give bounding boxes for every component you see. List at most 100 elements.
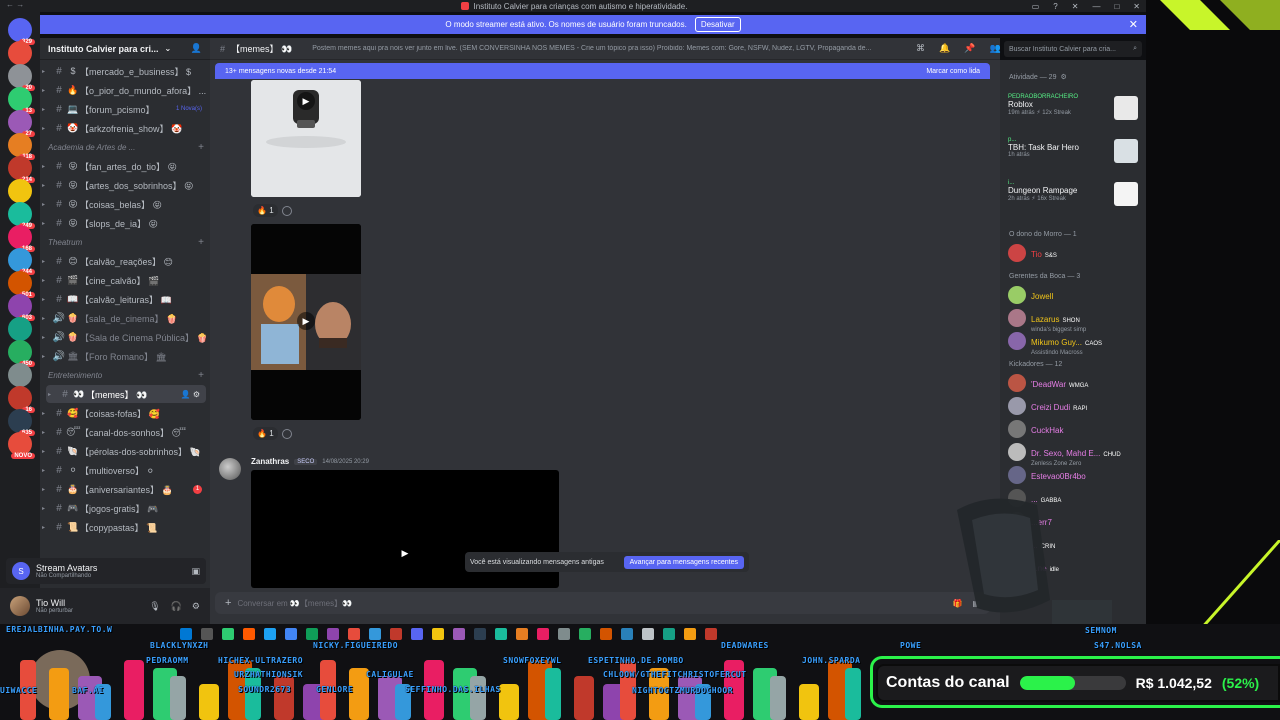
taskbar-app-icon[interactable] — [327, 628, 339, 640]
channel-item[interactable]: ▸ 🔊 🍿 【sala_de_cinema】 🍿 — [40, 309, 210, 327]
taskbar-app-icon[interactable] — [621, 628, 633, 640]
channel-item[interactable]: ▸ # 👀 【memes】 👀 👤 ⚙ — [46, 385, 206, 403]
server-icon[interactable]: 244 — [8, 248, 35, 275]
gear-icon[interactable]: ⚙ — [192, 601, 200, 612]
server-icon[interactable] — [8, 179, 32, 203]
channel-item[interactable]: ▸ # 😝 【slops_de_ia】 😝 — [40, 214, 210, 232]
play-icon[interactable]: ▶ — [297, 312, 315, 330]
taskbar-app-icon[interactable] — [558, 628, 570, 640]
close-banner-icon[interactable]: ✕ — [1129, 18, 1138, 31]
members-icon[interactable]: 👥 — [989, 43, 1000, 54]
message-author[interactable]: Zanathras — [251, 457, 289, 466]
taskbar-app-icon[interactable] — [663, 628, 675, 640]
server-icon[interactable]: 603 — [8, 294, 35, 321]
server-icon[interactable] — [8, 363, 32, 387]
member-item[interactable]: Jowell — [1008, 286, 1142, 304]
pin-icon[interactable]: 📌 — [964, 43, 975, 54]
channel-item[interactable]: ▸ # 🔥 【o_pior_do_mundo_afora】 ... — [40, 81, 210, 99]
gear-icon[interactable]: ⚙ — [1060, 73, 1066, 81]
channel-item[interactable]: ▸ # 🎂 【aniversariantes】 🎂 1 — [40, 480, 210, 498]
headphones-icon[interactable]: 🎧 — [171, 601, 182, 612]
taskbar-app-icon[interactable] — [201, 628, 213, 640]
channel-topic[interactable]: Postem memes aqui pra nois ver junto em … — [312, 45, 902, 52]
channel-item[interactable]: ▸ # ⚪ 【multioverso】 ⚪ — [40, 461, 210, 479]
server-icon[interactable]: NOVO — [8, 432, 35, 459]
channel-item[interactable]: ▸ # 🥰 【coisas-fofas】 🥰 — [40, 404, 210, 422]
search-input[interactable]: Buscar Instituto Calvier para cria... ⌕ — [1004, 41, 1142, 57]
channel-item[interactable]: ▸ 🔊 🍿 【Sala de Cinema Pública】 🍿 — [40, 328, 210, 346]
taskbar-app-icon[interactable] — [495, 628, 507, 640]
server-icon[interactable]: 27 — [8, 110, 35, 137]
maximize-button[interactable]: □ — [1114, 2, 1119, 11]
channel-item[interactable]: ▸ # 🤡 【arkzofrenia_show】 🤡 — [40, 119, 210, 137]
upload-plus-icon[interactable]: + — [225, 597, 231, 609]
tools-icon[interactable]: ✕ — [1072, 2, 1079, 11]
server-icon[interactable]: 249 — [8, 202, 35, 229]
member-item[interactable]: 'DeadWar WMGA — [1008, 374, 1142, 392]
taskbar-app-icon[interactable] — [537, 628, 549, 640]
channel-category[interactable]: Entretenimento + — [48, 368, 204, 382]
channel-item[interactable]: ▸ # 😝 【coisas_belas】 😝 — [40, 195, 210, 213]
member-item[interactable]: Dr. Sexo, Mahd E... CHUD Zenless Zone Zero — [1008, 443, 1142, 467]
help-icon[interactable]: ? — [1053, 2, 1057, 11]
taskbar-app-icon[interactable] — [684, 628, 696, 640]
discord-home-icon[interactable]: 329 — [8, 18, 35, 45]
taskbar-app-icon[interactable] — [642, 628, 654, 640]
avatar[interactable] — [219, 458, 241, 480]
taskbar-app-icon[interactable] — [264, 628, 276, 640]
member-item[interactable]: Tio S&S — [1008, 244, 1142, 262]
minimize-button[interactable]: — — [1092, 2, 1100, 11]
server-header[interactable]: Instituto Calvier para cri... ⌄ 👤 — [40, 38, 210, 60]
server-icon[interactable]: 450 — [8, 340, 35, 367]
avatar[interactable] — [10, 596, 30, 616]
server-icon[interactable] — [8, 41, 32, 65]
play-icon[interactable]: ▶ — [297, 92, 315, 110]
microphone-icon[interactable]: 🎙 — [149, 601, 160, 612]
channel-item[interactable]: ▸ # 🎬 【cine_calvão】 🎬 — [40, 271, 210, 289]
taskbar-app-icon[interactable] — [516, 628, 528, 640]
taskbar-app-icon[interactable] — [453, 628, 465, 640]
channel-item[interactable]: ▸ # 😝 【artes_dos_sobrinhos】 😝 — [40, 176, 210, 194]
taskbar-app-icon[interactable] — [411, 628, 423, 640]
channel-item[interactable]: ▸ # 😊 【calvão_reações】 😊 — [40, 252, 210, 270]
server-icon[interactable]: 214 — [8, 156, 35, 183]
video-embed[interactable]: ▶ — [251, 224, 361, 420]
taskbar-app-icon[interactable] — [369, 628, 381, 640]
taskbar-app-icon[interactable] — [474, 628, 486, 640]
taskbar-app-icon[interactable] — [390, 628, 402, 640]
channel-item[interactable]: ▸ # 😝 【fan_artes_do_tio】 😝 — [40, 157, 210, 175]
taskbar-app-icon[interactable] — [222, 628, 234, 640]
taskbar-app-icon[interactable] — [243, 628, 255, 640]
member-item[interactable]: CuckHak — [1008, 420, 1142, 438]
member-item[interactable]: Lazarus SHON winda's biggest simp — [1008, 309, 1142, 333]
channel-item[interactable]: ▸ # $ 【mercado_e_business】 $ — [40, 62, 210, 80]
channel-item[interactable]: ▸ # 📜 【copypastas】 📜 — [40, 518, 210, 536]
add-channel-icon[interactable]: + — [198, 142, 204, 153]
member-item[interactable]: Estevao0Br4bo — [1008, 466, 1142, 484]
channel-item[interactable]: ▸ # 📖 【calvão_leituras】 📖 — [40, 290, 210, 308]
taskbar-app-icon[interactable] — [180, 628, 192, 640]
taskbar-app-icon[interactable] — [285, 628, 297, 640]
channel-category[interactable]: Theatrum + — [48, 235, 204, 249]
channel-item[interactable]: ▸ # 😴 【canal-dos-sonhos】 😴 — [40, 423, 210, 441]
add-channel-icon[interactable]: + — [198, 370, 204, 381]
taskbar-app-icon[interactable] — [306, 628, 318, 640]
close-window-button[interactable]: ✕ — [1133, 2, 1140, 11]
bell-icon[interactable]: 🔔 — [939, 43, 950, 54]
nav-arrows[interactable]: ← → — [6, 0, 24, 9]
threads-icon[interactable]: ⌘ — [916, 43, 925, 54]
stream-avatars-panel[interactable]: S Stream Avatars Não Compartilhando ▣ — [6, 558, 206, 584]
channel-item[interactable]: ▸ # 💻 【forum_pcismo】 1 Nova(s) — [40, 100, 210, 118]
channel-item[interactable]: ▸ 🔊 🏛 【Foro Romano】 🏛 — [40, 347, 210, 365]
new-messages-bar[interactable]: 13+ mensagens novas desde 21:54 Marcar c… — [215, 63, 990, 79]
member-item[interactable]: Mikumo Guy... CAOS Assistindo Macross — [1008, 332, 1142, 356]
taskbar-app-icon[interactable] — [432, 628, 444, 640]
member-item[interactable]: Creizi Dudi RAPI — [1008, 397, 1142, 415]
mark-read-button[interactable]: Marcar como lida — [926, 68, 980, 75]
channel-item[interactable]: ▸ # 🐚 【pérolas-dos-sobrinhos】 🐚 — [40, 442, 210, 460]
server-icon[interactable]: 168 — [8, 225, 35, 252]
jump-to-present-button[interactable]: Avançar para mensagens recentes — [623, 555, 744, 569]
reaction-pill[interactable]: 🔥 1 — [253, 204, 278, 217]
add-reaction-icon[interactable] — [281, 428, 292, 439]
disable-streamer-button[interactable]: Desativar — [694, 17, 741, 32]
